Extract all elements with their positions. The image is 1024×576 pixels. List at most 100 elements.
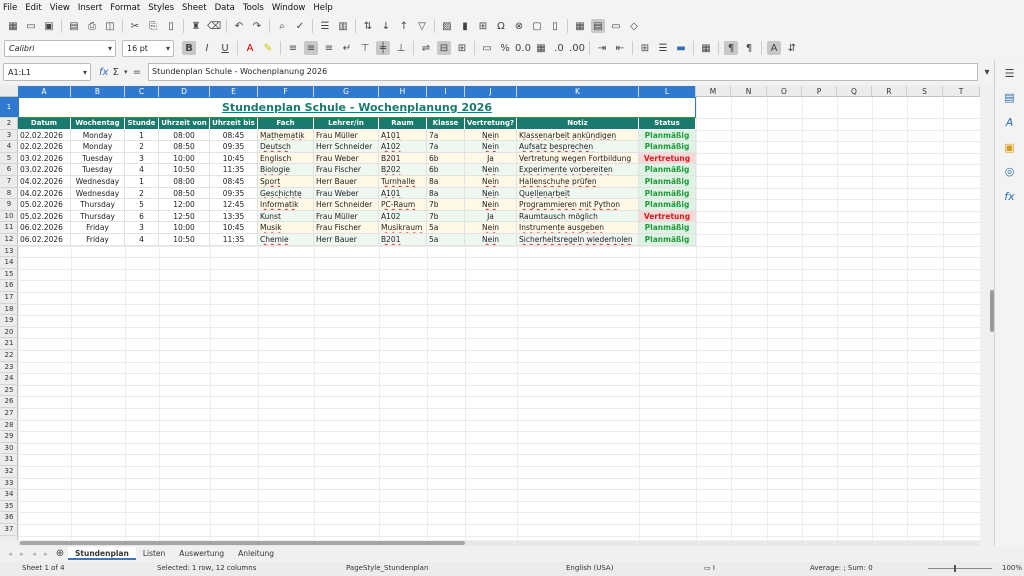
align-left-icon[interactable]: ≡ [286, 41, 300, 55]
highlighting-color-icon[interactable]: ✎ [261, 41, 275, 55]
column-header-k[interactable]: K [517, 86, 639, 97]
table-cell[interactable]: 03.02.2026 [18, 152, 71, 165]
table-cell[interactable]: 08:00 [159, 129, 210, 142]
table-cell[interactable]: Frau Müller [314, 129, 379, 142]
special-character-icon[interactable]: Ω [494, 19, 508, 33]
column-header-d[interactable]: D [159, 86, 210, 97]
row-icon[interactable]: ☰ [318, 19, 332, 33]
table-cell[interactable]: 7a [427, 141, 465, 153]
menu-item-insert[interactable]: Insert [78, 3, 102, 13]
table-cell[interactable]: 1 [125, 129, 159, 142]
row-header-29[interactable]: 29 [0, 431, 18, 443]
table-cell[interactable]: 4 [125, 234, 159, 246]
styles-icon[interactable]: A [1002, 115, 1017, 130]
font-color-icon[interactable]: A [243, 41, 257, 55]
tab-nav-right-icon[interactable]: ▸ [18, 547, 26, 561]
table-cell[interactable]: 10:50 [159, 164, 210, 176]
wrap-text-icon[interactable]: ↵ [340, 41, 354, 55]
table-cell[interactable]: Nein [465, 222, 517, 234]
column-header-p[interactable]: P [802, 86, 837, 97]
menu-item-view[interactable]: View [50, 3, 70, 13]
header-cell-2[interactable]: Stunde [125, 118, 159, 129]
plus-icon[interactable]: ⊕ [54, 547, 66, 561]
table-cell[interactable]: Musik [258, 222, 314, 234]
table-cell[interactable]: Friday [71, 234, 125, 246]
name-box[interactable]: A1:L1 [3, 63, 91, 81]
add-sheet-icon[interactable]: ◂ [30, 547, 38, 561]
table-cell[interactable]: Frau Weber [314, 152, 379, 165]
table-cell[interactable]: 8a [427, 176, 465, 188]
hyperlink-icon[interactable]: ⊗ [512, 19, 526, 33]
column-header-c[interactable]: C [125, 86, 159, 97]
table-cell[interactable]: Experimente vorbereiten [517, 164, 639, 176]
delete-decimal-icon[interactable]: .00 [569, 41, 585, 55]
table-cell[interactable]: 3 [125, 152, 159, 165]
row-header-30[interactable]: 30 [0, 443, 18, 455]
sort-icon[interactable]: ⇅ [361, 19, 375, 33]
row-header-16[interactable]: 16 [0, 280, 18, 292]
undo-icon[interactable]: ↶ [232, 19, 246, 33]
language[interactable]: English (USA) [566, 564, 613, 572]
table-cell[interactable]: Herr Schneider [314, 199, 379, 211]
row-header-32[interactable]: 32 [0, 466, 18, 478]
unmerge-icon[interactable]: ⊞ [455, 41, 469, 55]
table-cell[interactable]: Wednesday [71, 176, 125, 188]
center-vertically-icon[interactable]: ╪ [376, 41, 390, 55]
table-cell[interactable]: 10:50 [159, 234, 210, 246]
row-header-27[interactable]: 27 [0, 408, 18, 420]
tab-listen[interactable]: Listen [136, 547, 172, 560]
table-cell[interactable]: Wednesday [71, 187, 125, 200]
spreadsheet-grid[interactable]: ABCDEFGHIJKLMNOPQRST 1 2 3 4 5 6 7 8 9 10 11 12 13 14… [0, 86, 980, 540]
tab-nav-left-icon[interactable]: ◂ [6, 547, 14, 561]
table-cell[interactable]: 5a [427, 222, 465, 234]
table-cell[interactable]: Instrumente ausgeben [517, 222, 639, 234]
row-header-21[interactable]: 21 [0, 338, 18, 350]
table-cell[interactable]: Herr Schneider [314, 141, 379, 153]
column-header-i[interactable]: I [427, 86, 465, 97]
header-cell-1[interactable]: Wochentag [71, 118, 125, 129]
text-direction-rtl-icon[interactable]: ¶ [742, 41, 756, 55]
print-preview-icon[interactable]: ◫ [103, 19, 117, 33]
table-cell[interactable]: 5 [125, 199, 159, 211]
align-top-icon[interactable]: ⊤ [358, 41, 372, 55]
save-icon[interactable]: ▣ [42, 19, 56, 33]
insert-image-icon[interactable]: ▨ [440, 19, 454, 33]
menu-item-help[interactable]: Help [313, 3, 332, 13]
table-cell[interactable]: Nein [465, 129, 517, 142]
zoom-level[interactable]: 100% [1002, 564, 1022, 572]
row-header-9[interactable]: 9 [0, 199, 18, 211]
table-cell[interactable]: B202 [379, 164, 427, 176]
table-cell[interactable]: 03.02.2026 [18, 164, 71, 176]
table-cell[interactable]: Nein [465, 199, 517, 211]
conditional-format-icon[interactable]: ▦ [699, 41, 713, 55]
formula-icon[interactable]: = [133, 65, 141, 79]
table-cell[interactable]: Planmäßig [639, 222, 696, 234]
header-cell-3[interactable]: Uhrzeit von [159, 118, 210, 129]
column-header-n[interactable]: N [731, 86, 767, 97]
table-cell[interactable]: 5a [427, 234, 465, 246]
table-cell[interactable]: Friday [71, 222, 125, 234]
table-cell[interactable]: 09:35 [210, 141, 258, 153]
table-cell[interactable]: Thursday [71, 210, 125, 223]
table-cell[interactable]: Hallenschuhe prüfen [517, 176, 639, 188]
row-header-2[interactable]: 2 [0, 118, 18, 130]
table-cell[interactable]: 08:45 [210, 129, 258, 142]
table-cell[interactable]: Quellenarbeit [517, 187, 639, 200]
table-cell[interactable]: B201 [379, 234, 427, 246]
autofilter-icon[interactable]: ▽ [415, 19, 429, 33]
underline-icon[interactable]: U [218, 41, 232, 55]
sum-info[interactable]: Average: ; Sum: 0 [810, 564, 873, 572]
align-bottom-icon[interactable]: ⊥ [394, 41, 408, 55]
table-cell[interactable]: 12:50 [159, 210, 210, 223]
menu-item-sheet[interactable]: Sheet [182, 3, 207, 13]
row-header-13[interactable]: 13 [0, 246, 18, 258]
add-decimal-icon[interactable]: .0 [552, 41, 566, 55]
table-cell[interactable]: Nein [465, 164, 517, 176]
table-cell[interactable]: B201 [379, 152, 427, 165]
vertical-text-icon[interactable]: A [767, 41, 781, 55]
table-cell[interactable]: 08:50 [159, 187, 210, 200]
border-color-icon[interactable]: ▬ [674, 41, 688, 55]
row-header-18[interactable]: 18 [0, 304, 18, 316]
horizontal-scrollbar-thumb[interactable] [20, 541, 465, 545]
column-header-l[interactable]: L [639, 86, 696, 97]
